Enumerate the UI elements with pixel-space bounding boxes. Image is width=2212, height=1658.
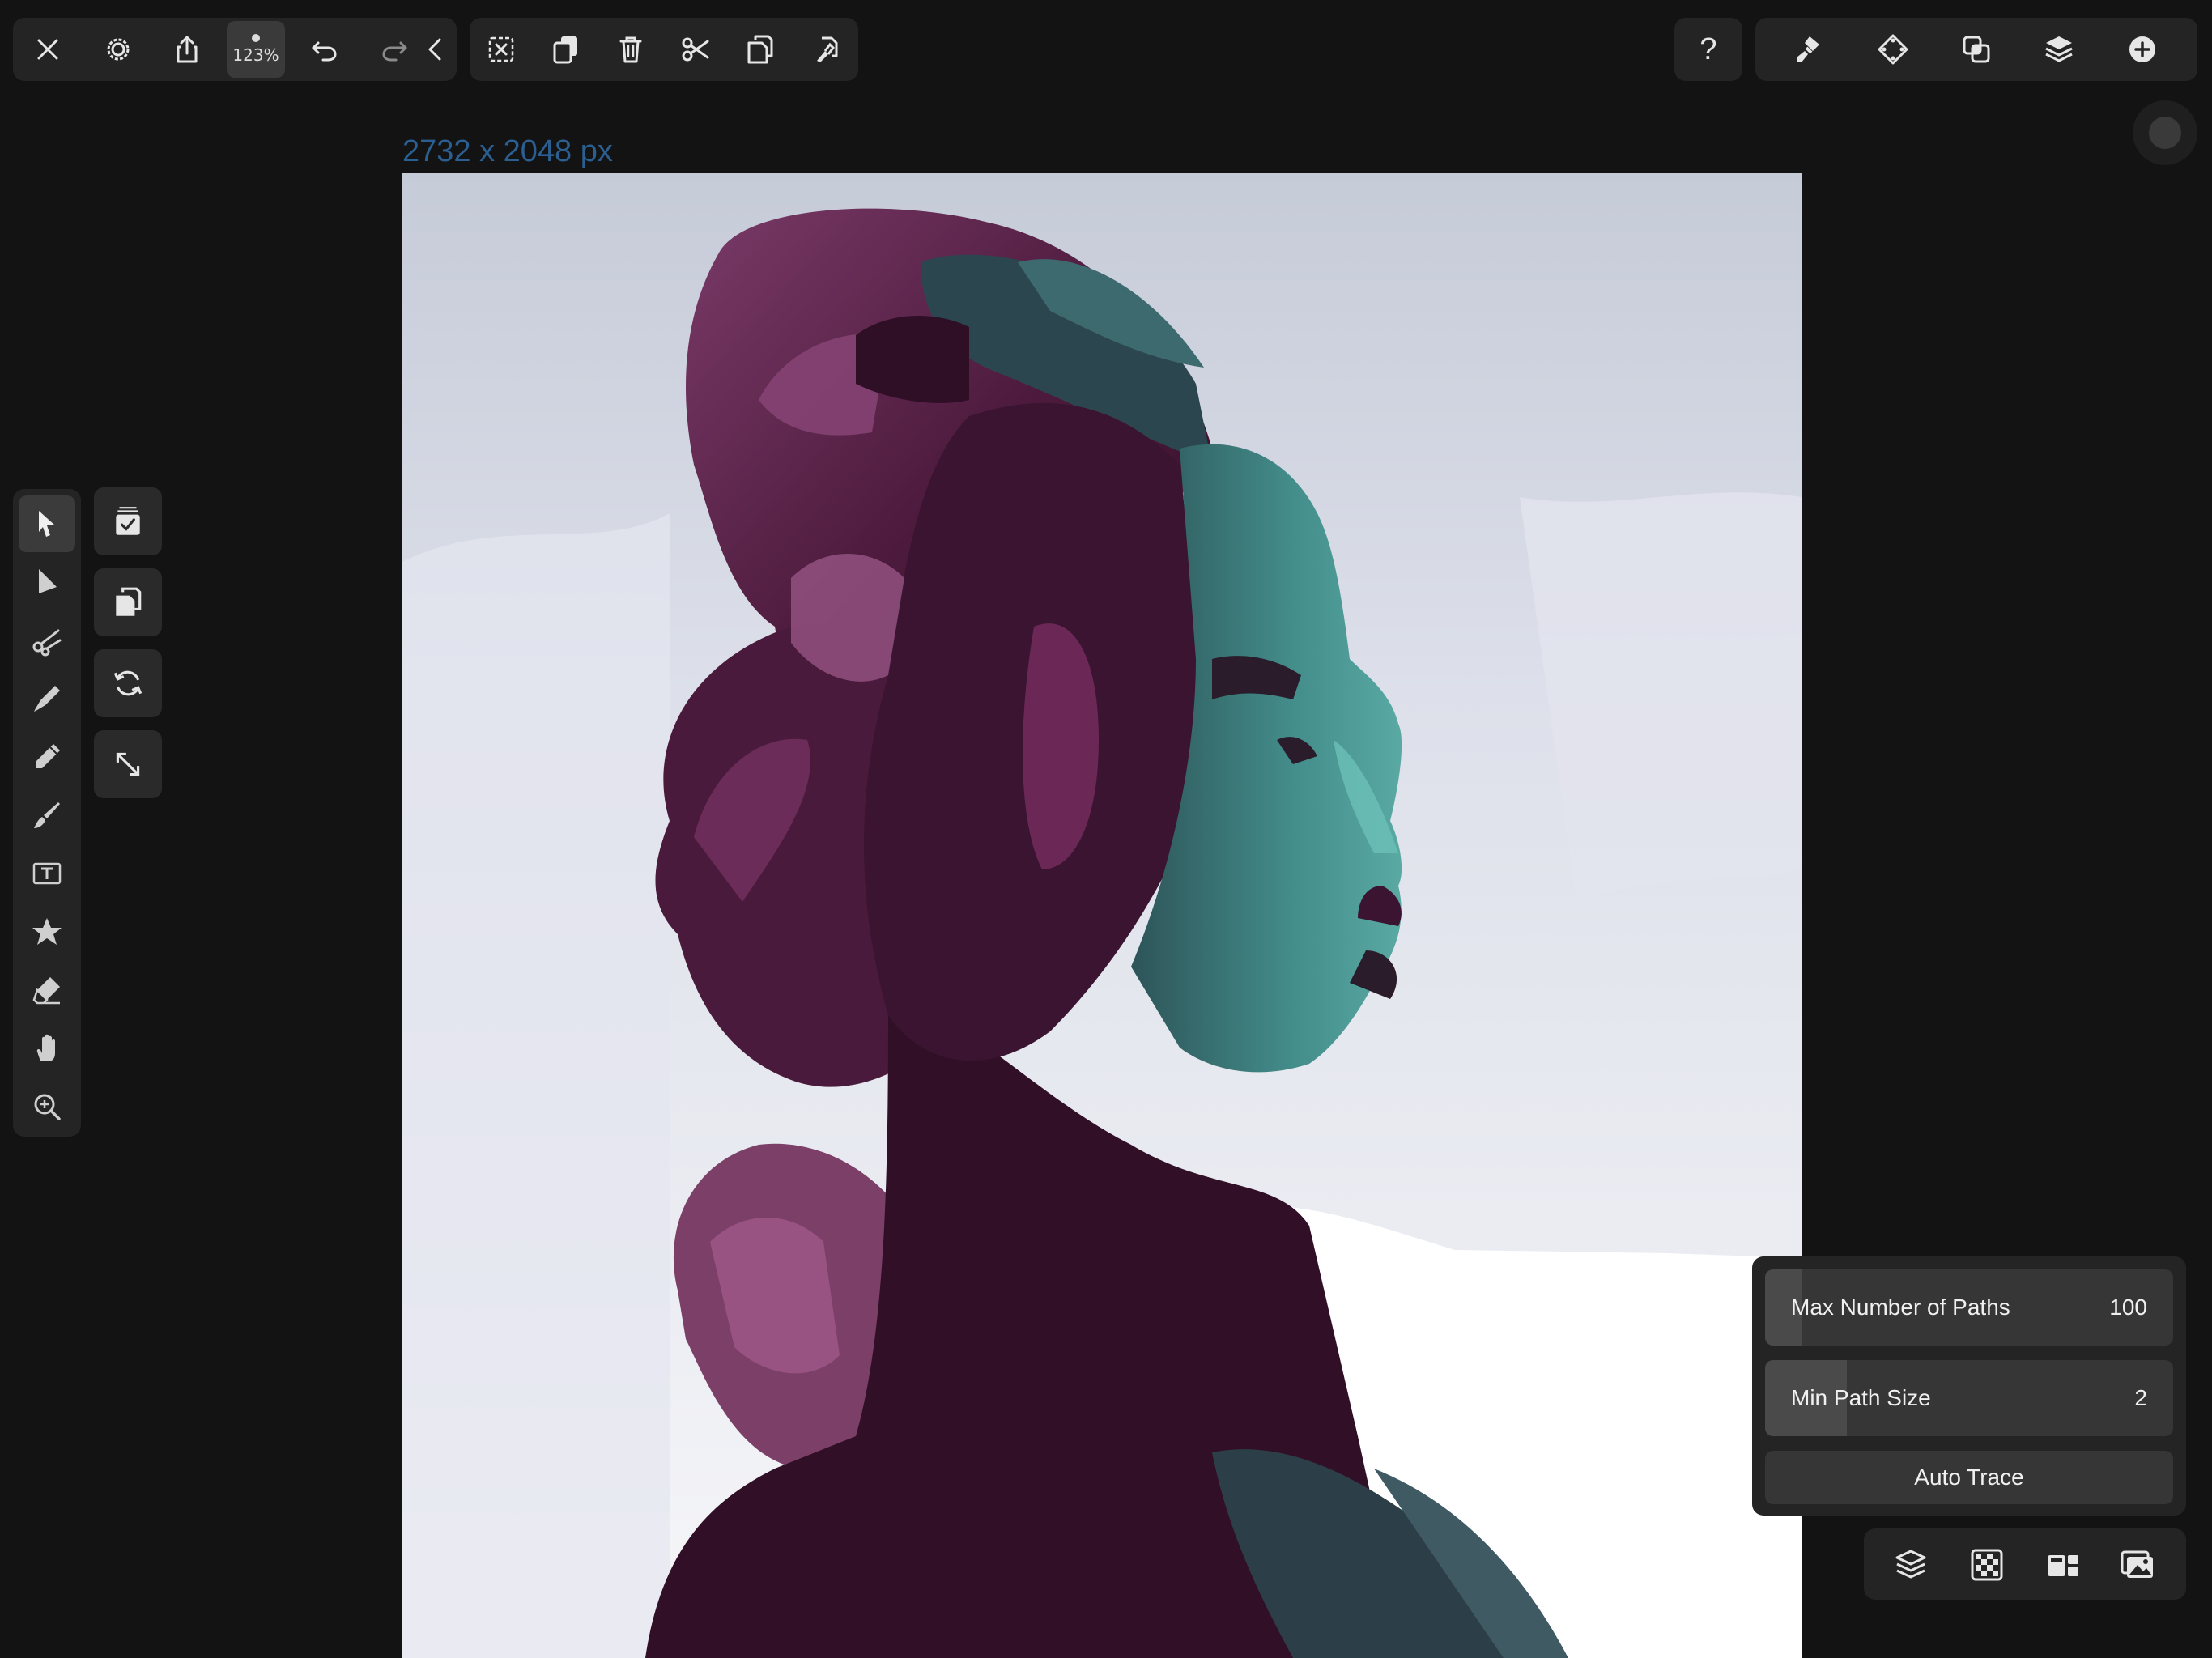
undo-button[interactable] — [296, 21, 353, 78]
deselect-button[interactable] — [473, 21, 530, 78]
tool-zoom[interactable] — [19, 1078, 75, 1135]
layers-outline-icon — [1895, 1550, 1926, 1579]
close-button[interactable] — [19, 21, 76, 78]
canvas-size-label: 2732 x 2048 px — [402, 134, 613, 168]
tool-eraser[interactable] — [19, 962, 75, 1018]
auto-trace-label: Auto Trace — [1914, 1465, 2024, 1490]
image-gallery-icon — [2121, 1550, 2153, 1578]
help-label: ? — [1699, 32, 1717, 66]
transparency-button[interactable] — [1955, 1537, 2019, 1593]
select-all-button[interactable] — [94, 487, 162, 555]
current-color-swatch — [2149, 117, 2181, 149]
left-tool-panel — [13, 489, 81, 1137]
boolean-button[interactable] — [1948, 21, 2005, 78]
document-canvas[interactable] — [402, 173, 1802, 1658]
paste-icon — [116, 587, 142, 616]
collapse-toolbar-button[interactable] — [418, 21, 453, 78]
chevron-left-icon — [428, 38, 441, 61]
transform-rotate-button[interactable] — [94, 649, 162, 717]
color-well[interactable] — [2133, 100, 2197, 165]
duplicate-icon — [553, 36, 577, 64]
plus-circle-icon — [2129, 36, 2155, 62]
top-right-toolbar — [1755, 18, 2197, 81]
select-all-icon — [116, 507, 140, 535]
zoom-indicator-dot — [252, 34, 260, 42]
close-icon — [37, 39, 58, 60]
zoom-level-button[interactable]: 123% — [227, 21, 285, 78]
boolean-icon — [1963, 36, 1990, 63]
style-button[interactable] — [1781, 21, 1838, 78]
copy-button[interactable] — [732, 21, 789, 78]
cut-button[interactable] — [667, 21, 724, 78]
tool-text[interactable] — [19, 845, 75, 902]
deselect-icon — [488, 36, 514, 62]
max-paths-value: 100 — [2109, 1295, 2147, 1320]
pencil-icon — [36, 744, 60, 768]
expand-arrows-icon — [116, 752, 140, 776]
max-paths-slider[interactable]: Max Number of Paths 100 — [1765, 1269, 2173, 1346]
tool-brush[interactable] — [19, 787, 75, 844]
checkerboard-icon — [1971, 1549, 2003, 1581]
add-button[interactable] — [2114, 21, 2171, 78]
brush-style-icon — [1797, 36, 1819, 62]
tool-pen[interactable] — [19, 670, 75, 727]
brush-icon — [34, 802, 60, 828]
help-panel: ? — [1674, 18, 1742, 81]
traced-portrait-artwork — [402, 173, 1802, 1658]
eraser-icon — [32, 977, 60, 1005]
duplicate-button[interactable] — [538, 21, 594, 78]
zoom-level-label: 123% — [232, 45, 279, 65]
layer-view-button[interactable] — [1878, 1537, 1943, 1593]
delete-button[interactable] — [602, 21, 659, 78]
text-icon — [32, 862, 62, 885]
copy-icon — [747, 35, 773, 64]
min-path-size-label: Min Path Size — [1791, 1385, 1931, 1410]
scissors-icon — [682, 37, 709, 62]
hand-icon — [36, 1034, 55, 1061]
help-button[interactable]: ? — [1680, 21, 1737, 78]
tool-shapes[interactable] — [19, 903, 75, 960]
gear-icon — [107, 38, 130, 61]
layout-panels-icon — [2048, 1555, 2078, 1576]
rotate-icon — [113, 670, 143, 696]
undo-icon — [312, 41, 337, 62]
tool-pencil[interactable] — [19, 729, 75, 785]
node-pointer-icon — [39, 569, 57, 593]
tool-scissors[interactable] — [19, 612, 75, 669]
redo-button[interactable] — [366, 21, 423, 78]
share-icon — [177, 36, 198, 63]
top-left-toolbar: 123% — [13, 18, 457, 81]
arrow-pointer-icon — [39, 511, 55, 537]
scale-button[interactable] — [94, 730, 162, 798]
diamond-icon — [1878, 34, 1908, 65]
tool-node[interactable] — [19, 554, 75, 610]
min-path-size-slider[interactable]: Min Path Size 2 — [1765, 1360, 2173, 1436]
layout-button[interactable] — [2031, 1537, 2095, 1593]
star-icon — [32, 918, 62, 945]
scissors-tool-icon — [32, 629, 62, 657]
paste-style-icon — [817, 36, 838, 62]
redo-icon — [382, 41, 407, 62]
image-trace-button[interactable] — [2105, 1537, 2170, 1593]
settings-button[interactable] — [90, 21, 147, 78]
max-paths-label: Max Number of Paths — [1791, 1295, 2010, 1320]
symbols-button[interactable] — [1865, 21, 1921, 78]
min-path-size-value: 2 — [2134, 1385, 2147, 1410]
tool-selection[interactable] — [19, 495, 75, 552]
share-button[interactable] — [159, 21, 215, 78]
layers-button[interactable] — [2031, 21, 2087, 78]
layers-icon — [2045, 36, 2073, 62]
zoom-magnifier-icon — [34, 1094, 61, 1120]
pen-nib-icon — [34, 686, 60, 712]
trash-icon — [619, 36, 642, 63]
paste-button[interactable] — [94, 568, 162, 636]
auto-trace-button[interactable]: Auto Trace — [1765, 1451, 2173, 1504]
edit-toolbar — [470, 18, 858, 81]
tool-hand[interactable] — [19, 1020, 75, 1077]
paste-style-button[interactable] — [797, 21, 853, 78]
